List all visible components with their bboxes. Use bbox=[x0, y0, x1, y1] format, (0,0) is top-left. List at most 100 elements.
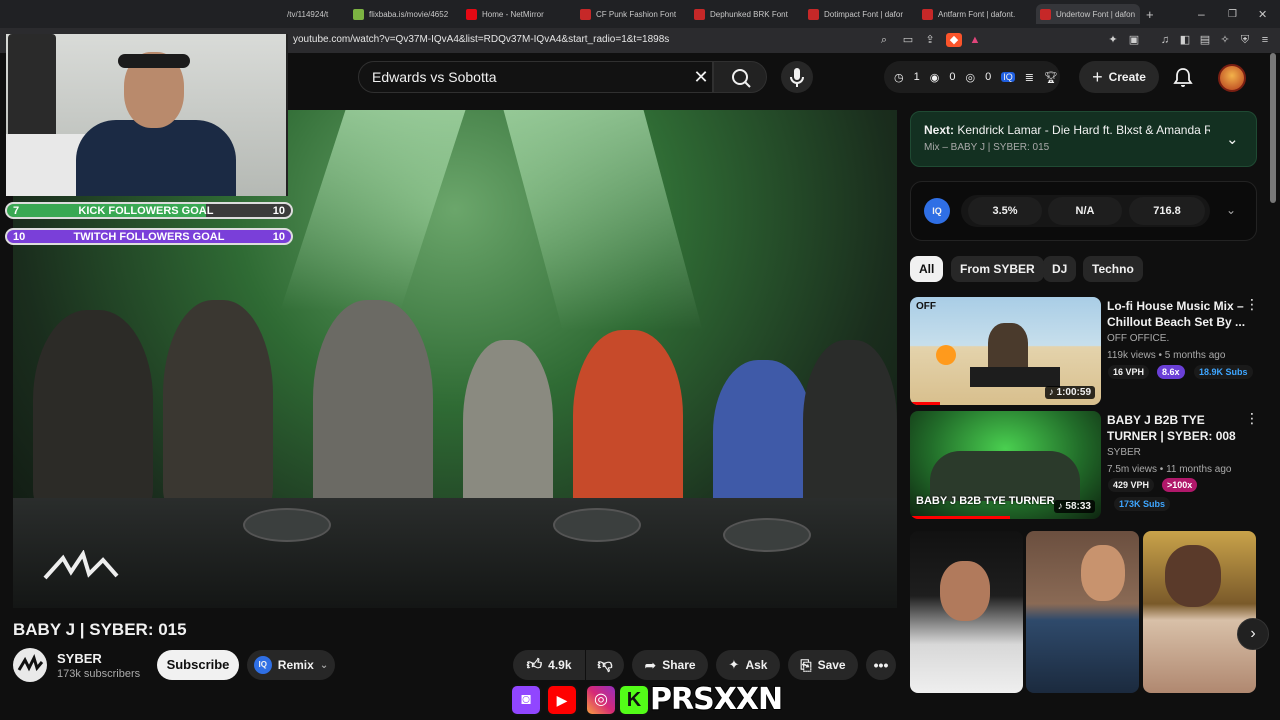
stat-value: 1 bbox=[913, 71, 920, 83]
browser-tab[interactable]: flixbaba.is/movie/4652 bbox=[353, 4, 451, 24]
ask-label: Ask bbox=[745, 658, 768, 672]
duration-text: 58:33 bbox=[1065, 501, 1091, 512]
notifications-icon[interactable] bbox=[1172, 66, 1194, 88]
up-next-panel[interactable] bbox=[910, 111, 1257, 167]
dislike-button[interactable]: 👎︎ bbox=[586, 650, 624, 680]
twitch-followers-goal: 10 TWITCH FOLLOWERS GOAL 10 bbox=[5, 228, 293, 245]
chip-from-syber[interactable]: From SYBER bbox=[951, 256, 1044, 282]
light-beam bbox=[280, 110, 466, 310]
chip-all[interactable]: All bbox=[910, 256, 944, 282]
like-button[interactable]: 👍︎ 4.9k bbox=[513, 650, 585, 680]
browser-tab[interactable]: Home - NetMirror bbox=[466, 4, 566, 24]
iq-logo-icon[interactable]: IQ bbox=[924, 198, 950, 224]
rec-channel[interactable]: SYBER bbox=[1107, 447, 1141, 458]
minimize-icon[interactable]: – bbox=[1198, 4, 1208, 24]
browser-tab[interactable]: /tv/114924/t bbox=[287, 4, 347, 24]
short-thumbnail[interactable] bbox=[910, 531, 1023, 693]
leo-icon[interactable]: ✧ bbox=[1218, 33, 1232, 47]
goal-label: TWITCH FOLLOWERS GOAL bbox=[73, 230, 225, 243]
sidebar-icon[interactable]: ◧ bbox=[1178, 33, 1192, 47]
create-button[interactable]: + Create bbox=[1079, 61, 1159, 93]
browser-tab[interactable]: Antfarm Font | dafont. bbox=[922, 4, 1022, 24]
subscribe-button[interactable]: Subscribe bbox=[157, 650, 239, 680]
iq-stat: 3.5% bbox=[968, 197, 1042, 225]
duration-badge: ♪ 1:00:59 bbox=[1044, 386, 1095, 399]
rec-channel[interactable]: OFF OFFICE. bbox=[1107, 333, 1169, 344]
brave-shield-icon[interactable]: ◆ bbox=[946, 33, 962, 47]
tab-label: flixbaba.is/movie/4652 bbox=[369, 9, 449, 19]
crowd-figure bbox=[33, 310, 153, 510]
person-figure bbox=[940, 561, 990, 621]
browser-tab[interactable]: Dotimpact Font | dafor bbox=[808, 4, 908, 24]
more-actions-button[interactable]: ••• bbox=[866, 650, 896, 680]
tab-label: Home - NetMirror bbox=[482, 9, 544, 19]
vpn-icon[interactable]: ⛨ bbox=[1238, 33, 1252, 47]
dj-figure bbox=[313, 300, 433, 520]
chevron-right-icon[interactable]: › bbox=[1237, 618, 1269, 650]
tab-label: Dotimpact Font | dafor bbox=[824, 9, 903, 19]
share-page-icon[interactable]: ⇪ bbox=[923, 33, 937, 47]
screenshot-icon[interactable]: ▣ bbox=[1127, 33, 1141, 47]
scrollbar[interactable] bbox=[1270, 53, 1276, 203]
rec-title[interactable]: BABY J B2B TYE TURNER | SYBER: 008 bbox=[1107, 412, 1247, 444]
share-button[interactable]: ➦ Share bbox=[632, 650, 708, 680]
search-icon bbox=[732, 69, 751, 88]
channel-name[interactable]: SYBER bbox=[57, 651, 102, 666]
new-tab-button[interactable]: + bbox=[1146, 4, 1158, 24]
browser-tab[interactable]: CF Punk Fashion Font bbox=[580, 4, 680, 24]
url-text[interactable]: youtube.com/watch?v=Qv37M-IQvA4&list=RDQ… bbox=[293, 34, 669, 45]
multiplier-badge: >100x bbox=[1162, 478, 1198, 492]
remix-button[interactable]: IQ Remix ⌄ bbox=[247, 650, 335, 680]
zoom-icon[interactable]: ⌕ bbox=[877, 33, 891, 47]
short-thumbnail[interactable] bbox=[1143, 531, 1256, 693]
clear-search-icon[interactable]: ✕ bbox=[690, 64, 712, 90]
video-thumbnail[interactable]: OFF ♪ 1:00:59 bbox=[910, 297, 1101, 405]
browser-tab-active[interactable]: Undertow Font | dafon bbox=[1036, 4, 1140, 24]
more-vertical-icon[interactable]: ⋮ bbox=[1245, 297, 1259, 319]
iq-logo-icon[interactable]: IQ bbox=[1001, 72, 1015, 82]
chip-techno[interactable]: Techno bbox=[1083, 256, 1143, 282]
up-next-title[interactable]: Next: Kendrick Lamar - Die Hard ft. Blxs… bbox=[924, 123, 1210, 137]
tab-favicon-icon bbox=[580, 8, 591, 20]
rec-title[interactable]: Lo-fi House Music Mix – Chillout Beach S… bbox=[1107, 298, 1247, 330]
plus-icon: + bbox=[1092, 66, 1103, 87]
short-thumbnail[interactable] bbox=[1026, 531, 1139, 693]
streamer-body bbox=[76, 120, 236, 196]
tab-label: Antfarm Font | dafont. bbox=[938, 9, 1016, 19]
trophy-icon[interactable]: 🏆︎ bbox=[1044, 71, 1058, 84]
person-figure bbox=[988, 323, 1028, 373]
microphone-icon bbox=[790, 68, 804, 87]
list-icon[interactable]: ≣ bbox=[1025, 71, 1034, 84]
thumbs-up-icon: 👍︎ bbox=[526, 656, 543, 673]
iq-stat: N/A bbox=[1048, 197, 1122, 225]
duration-badge: ♪ 58:33 bbox=[1053, 500, 1095, 513]
rewards-icon[interactable]: ▲ bbox=[968, 33, 982, 47]
kick-followers-goal: 7 KICK FOLLOWERS GOAL 10 bbox=[5, 202, 293, 219]
voice-search-button[interactable] bbox=[781, 61, 813, 93]
iq-stat: 716.8 bbox=[1129, 197, 1205, 225]
goal-current: 10 bbox=[13, 230, 26, 243]
search-value[interactable]: Edwards vs Sobotta bbox=[372, 69, 497, 85]
more-vertical-icon[interactable]: ⋮ bbox=[1245, 411, 1259, 433]
extensions-icon[interactable]: ✦ bbox=[1106, 33, 1120, 47]
channel-avatar[interactable] bbox=[13, 648, 47, 682]
video-thumbnail[interactable]: BABY J B2B TYE TURNER ♪ 58:33 bbox=[910, 411, 1101, 519]
restore-icon[interactable]: ❐ bbox=[1228, 4, 1238, 24]
ask-button[interactable]: ✦ Ask bbox=[716, 650, 780, 680]
chip-dj[interactable]: DJ bbox=[1043, 256, 1077, 282]
close-window-icon[interactable]: ✕ bbox=[1258, 4, 1268, 24]
save-button[interactable]: ⎘ Save bbox=[788, 650, 858, 680]
browser-tab[interactable]: Dephunked BRK Font bbox=[694, 4, 794, 24]
remix-label: Remix bbox=[277, 658, 314, 672]
duration-text: 1:00:59 bbox=[1056, 387, 1091, 398]
account-avatar[interactable] bbox=[1218, 64, 1246, 92]
media-icon[interactable]: ♫ bbox=[1158, 33, 1172, 47]
chevron-down-icon: ⌄ bbox=[319, 659, 329, 671]
menu-icon[interactable]: ≡ bbox=[1258, 33, 1272, 47]
chevron-down-icon[interactable]: ⌄ bbox=[1226, 130, 1239, 148]
cast-icon[interactable]: ▭ bbox=[901, 33, 915, 47]
search-button[interactable] bbox=[713, 61, 767, 93]
wallet-icon[interactable]: ▤ bbox=[1198, 33, 1212, 47]
tab-label: CF Punk Fashion Font bbox=[596, 9, 677, 19]
chevron-down-icon[interactable]: ⌄ bbox=[1226, 203, 1236, 217]
